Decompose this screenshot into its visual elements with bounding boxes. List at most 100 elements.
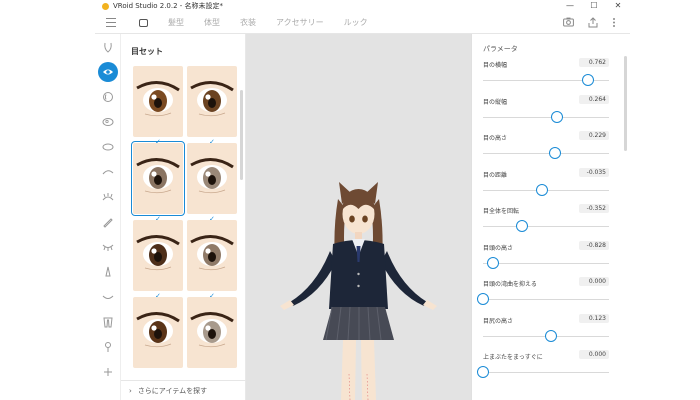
parameter-label: 上まぶたをまっすぐに [483,354,543,361]
tab-face[interactable] [133,12,154,34]
parameter-value-field[interactable]: 0.123 [579,313,609,323]
parameter-value-field[interactable]: -0.035 [579,167,609,177]
slider-handle[interactable] [536,183,549,196]
slider-handle[interactable] [477,366,489,378]
accessory-icon [104,367,112,376]
slider-handle[interactable] [477,293,489,305]
parameter-value-field[interactable]: 0.762 [579,58,609,67]
category-face-outline[interactable] [95,34,121,59]
category-eye-white[interactable] [95,134,121,159]
parameter-scrollbar[interactable] [624,56,627,151]
category-accessory[interactable] [95,359,121,384]
eye-set-item[interactable] [187,297,237,368]
eye-set-item[interactable]: ✓ [187,220,237,300]
close-button[interactable]: ✕ [606,0,630,12]
slider-track[interactable] [483,372,609,373]
more-vertical-icon[interactable] [612,17,616,28]
nose-icon [105,266,111,276]
slider-track[interactable] [483,262,609,264]
maximize-button[interactable]: ☐ [582,0,606,12]
camera-icon[interactable] [563,17,574,28]
main-tabs: 髪型 体型 衣装 アクセサリー ルック [133,12,382,34]
share-icon[interactable] [588,17,598,28]
parameter-value-field[interactable]: 0.000 [579,350,609,359]
parameter-row: 目の距離 -0.035 [483,167,609,204]
ear-icon [103,317,113,327]
tab-body[interactable]: 体型 [198,12,226,34]
parameter-value-field[interactable]: -0.828 [579,240,609,250]
tab-outfit[interactable]: 衣装 [234,12,262,34]
eye-set-item[interactable] [133,297,183,368]
window-title: VRoid Studio 2.0.2 - 名称未設定* [113,2,224,10]
hamburger-menu-icon[interactable] [106,18,116,27]
eye-set-grid: ✓ ✓ ✓ ✓ ✓ ✓ [131,66,243,374]
eye-thumbnail [190,158,234,194]
eye-set-item[interactable]: ✓ [133,66,183,146]
tab-look[interactable]: ルック [338,12,374,34]
list-title: 目セット [131,47,163,56]
eye-set-row: ✓ ✓ [131,141,243,223]
category-eyelash[interactable] [95,184,121,209]
parameter-value-field[interactable]: 0.000 [579,277,609,286]
eye-set-item[interactable]: ✓ [131,141,185,223]
slider-handle[interactable] [548,147,561,159]
app-window: VRoid Studio 2.0.2 - 名称未設定* — ☐ ✕ 髪型 体型 … [95,0,630,400]
eye-thumbnail [190,312,234,348]
lower-lash-icon [102,244,114,251]
parameter-row: 目頭の高さ -0.828 [483,240,609,277]
slider-handle[interactable] [516,220,529,232]
parameter-value-field[interactable]: 0.264 [579,94,609,104]
eye-thumbnail [136,312,180,348]
parameter-label: 目の高さ [483,135,508,142]
category-lower-lash[interactable] [95,234,121,259]
title-bar: VRoid Studio 2.0.2 - 名称未設定* — ☐ ✕ [95,0,630,12]
slider-handle[interactable] [551,110,564,123]
category-cheek[interactable] [95,334,121,359]
slider-track[interactable] [483,153,609,154]
parameter-value-field[interactable]: 0.229 [579,131,609,140]
face-outline-icon [104,42,112,53]
tab-hairstyle[interactable]: 髪型 [162,12,190,34]
parameter-row: 目尻の高さ 0.123 [483,313,609,350]
eye-set-item[interactable]: ✓ [187,66,237,146]
eye-thumbnail [136,81,180,117]
category-eye[interactable] [95,59,121,84]
parameter-label: 目全体を回転 [483,208,520,215]
list-scrollbar[interactable] [240,90,243,180]
find-more-items-button[interactable]: › さらにアイテムを探す [121,380,246,400]
parameter-label: 目の横幅 [483,62,508,69]
category-eye-highlight[interactable] [95,109,121,134]
slider-handle[interactable] [545,329,558,342]
window-controls: — ☐ ✕ [558,0,630,12]
category-mouth[interactable] [95,284,121,309]
eye-set-item[interactable]: ✓ [133,220,183,300]
minimize-button[interactable]: — [558,0,582,12]
slider-track[interactable] [483,226,609,227]
slider-track[interactable] [483,116,609,118]
slider-handle[interactable] [487,256,500,269]
tab-accessory[interactable]: アクセサリー [270,12,330,34]
parameter-value-field[interactable]: -0.352 [579,204,609,213]
app-logo-icon [102,2,109,10]
eye-icon [103,69,113,74]
3d-viewport[interactable] [246,34,471,400]
parameter-row: 目全体を回転 -0.352 [483,204,609,240]
parameter-row: 目の縦幅 0.264 [483,94,609,131]
slider-handle[interactable] [581,74,594,86]
category-sidebar [95,34,121,400]
eye-thumbnail [190,81,234,117]
avatar-model [280,182,437,400]
eye-set-item[interactable]: ✓ [187,143,237,223]
category-iris[interactable] [95,84,121,109]
category-eyeline[interactable] [95,159,121,184]
eye-white-icon [102,143,114,150]
category-eyebrow[interactable] [95,209,121,234]
slider-track[interactable] [483,299,609,300]
category-ear[interactable] [95,309,121,334]
parameter-panel: パラメータ 目の横幅 0.762 目の縦幅 0.264 目の高さ 0.229 目の距離 -0.… [471,34,630,400]
eye-thumbnail [136,158,180,194]
parameter-label: 目の縦幅 [483,98,508,106]
face-icon [139,18,148,27]
find-more-items-label: さらにアイテムを探す [137,386,208,395]
category-nose[interactable] [95,259,121,284]
